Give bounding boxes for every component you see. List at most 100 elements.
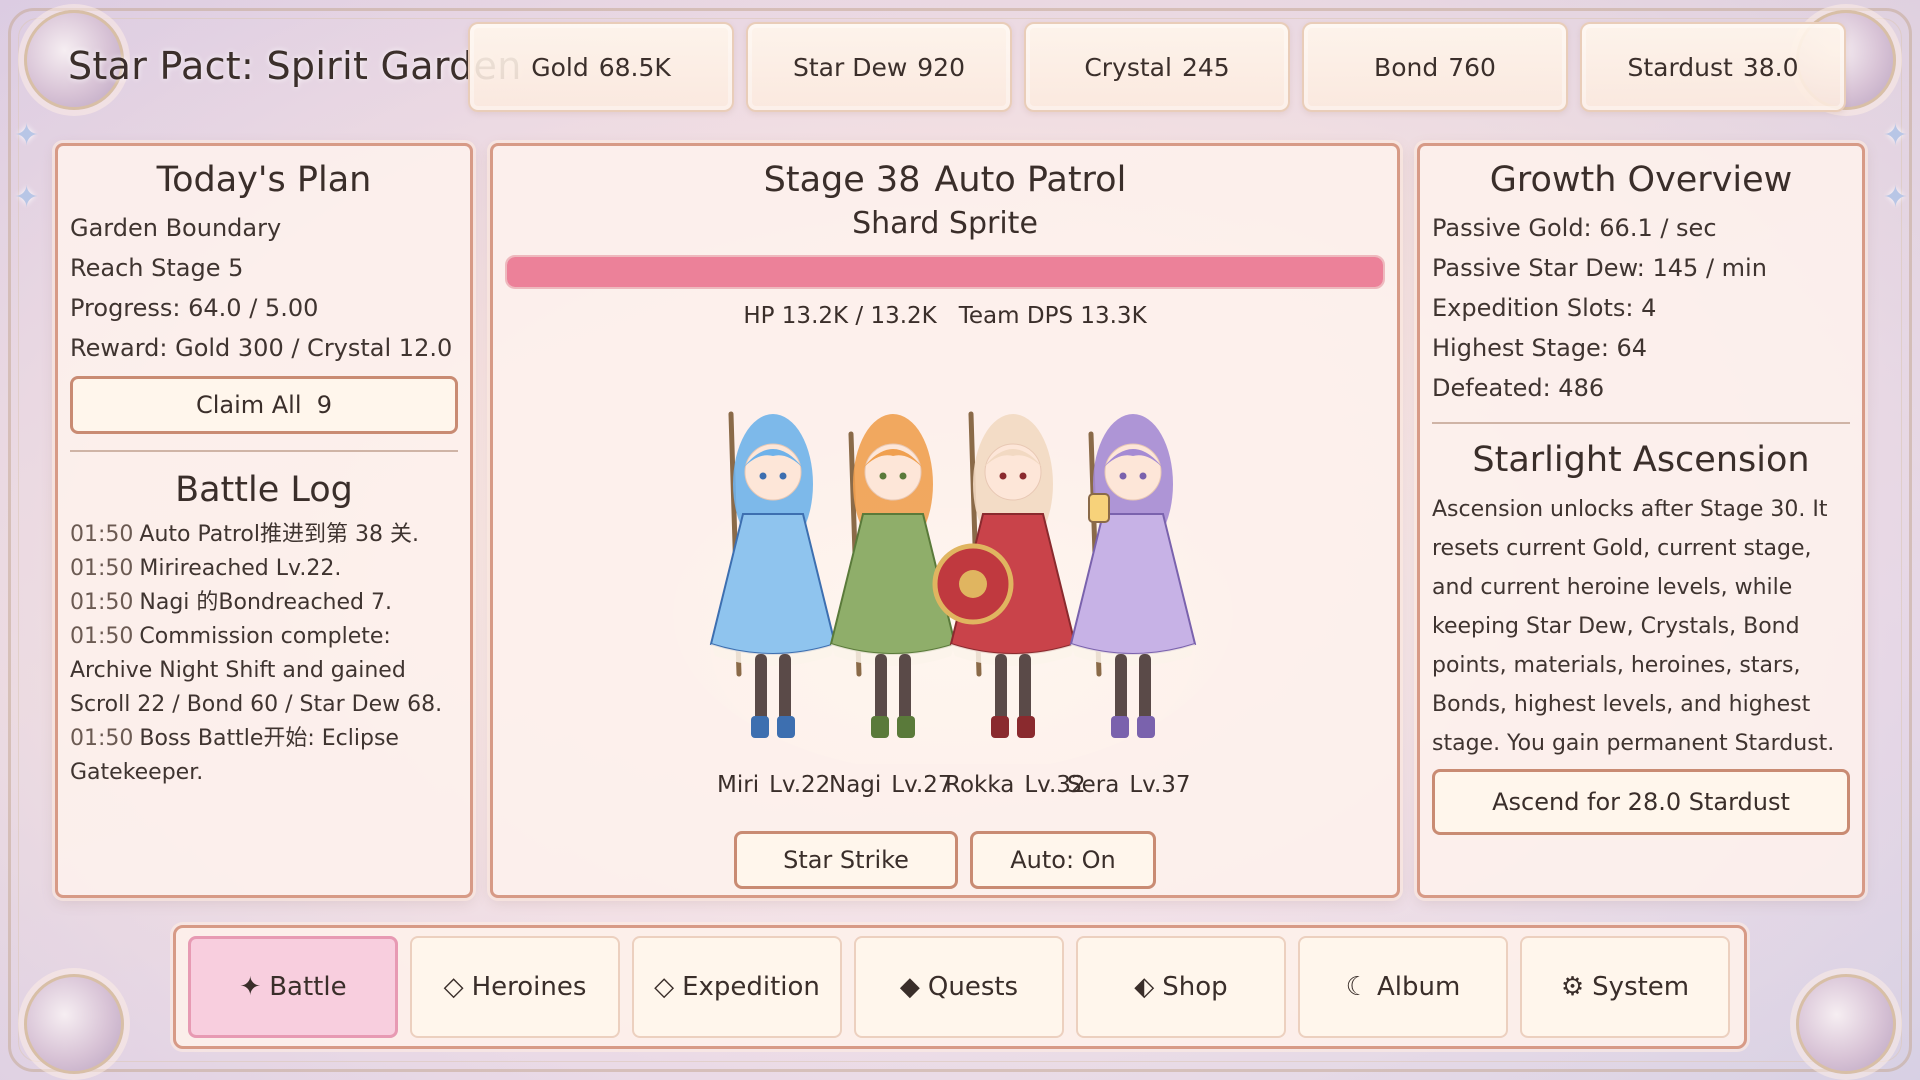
hero-label-rokka[interactable]: Rokka Lv.32 <box>945 772 1086 798</box>
hero-name: Rokka <box>945 772 1015 798</box>
tab-quests[interactable]: ◆ Quests <box>854 936 1064 1038</box>
tab-heroines[interactable]: ◇ Heroines <box>410 936 620 1038</box>
battle-panel: Stage 38 Auto Patrol Shard Sprite HP 13.2… <box>490 143 1400 898</box>
tab-expedition[interactable]: ◇ Expedition <box>632 936 842 1038</box>
hero-leg <box>1019 654 1031 724</box>
hero-eye <box>899 472 907 480</box>
battle-stats: HP 13.2K / 13.2K Team DPS 13.3K <box>493 303 1397 329</box>
tab-shop[interactable]: ⬖ Shop <box>1076 936 1286 1038</box>
hero-eye <box>999 472 1007 480</box>
moon-icon: ☾ <box>1345 972 1369 1002</box>
passive-gold: Passive Gold: 66.1 / sec <box>1432 214 1717 242</box>
resource-label: Bond <box>1374 52 1439 82</box>
log-time: 01:50 <box>70 726 134 751</box>
resource-label: Crystal <box>1084 52 1172 82</box>
shield-emblem <box>959 570 987 598</box>
star-icon: ✦ <box>239 972 262 1002</box>
tab-label: Quests <box>927 972 1019 1002</box>
log-entry: 01:50 Commission complete: Archive Night … <box>70 620 458 722</box>
hero-leg <box>1139 654 1151 724</box>
hero-boot <box>1017 716 1035 738</box>
hero-name: Nagi <box>829 772 882 798</box>
plan-goal: Reach Stage 5 <box>70 254 244 282</box>
hero-name-row: Miri Lv.22 Nagi Lv.27 Rokka Lv.32 Sera Lv.37 <box>493 772 1397 802</box>
log-entry: 01:50 Auto Patrol推进到第 38 关. <box>70 518 458 552</box>
hero-boot <box>897 716 915 738</box>
log-time: 01:50 <box>70 556 134 581</box>
growth-title: Growth Overview <box>1489 160 1793 200</box>
growth-panel: Growth Overview Passive Gold: 66.1 / sec… <box>1417 143 1865 898</box>
hero-label-sera[interactable]: Sera Lv.37 <box>1067 772 1191 798</box>
resource-value: 760 <box>1448 52 1496 82</box>
plan-area: Garden Boundary <box>70 214 282 242</box>
resource-gold: Gold 68.5K <box>468 22 734 112</box>
hero-level: Lv.22 <box>769 772 831 798</box>
log-entry: 01:50 Nagi 的Bondreached 7. <box>70 586 458 620</box>
hero-boot <box>871 716 889 738</box>
hero-label-nagi[interactable]: Nagi Lv.27 <box>829 772 953 798</box>
ascend-button[interactable]: Ascend for 28.0 Stardust <box>1432 769 1850 835</box>
hero-label-miri[interactable]: Miri Lv.22 <box>717 772 830 798</box>
tab-label: Album <box>1376 972 1461 1002</box>
enemy-hp-bar <box>505 255 1385 289</box>
enemy-name: Shard Sprite <box>852 206 1038 241</box>
log-time: 01:50 <box>70 522 134 547</box>
resource-bar: Gold 68.5K Star Dew 920 Crystal 245 Bond… <box>468 22 1846 112</box>
resource-value: 68.5K <box>598 52 671 82</box>
battle-log-list: 01:50 Auto Patrol推进到第 38 关. 01:50 Mirireac… <box>58 510 470 790</box>
team-dps-text: Team DPS 13.3K <box>958 303 1147 329</box>
resource-value: 920 <box>917 52 965 82</box>
expedition-slots: Expedition Slots: 4 <box>1432 294 1657 322</box>
tab-label: Shop <box>1162 972 1228 1002</box>
enemy-hp-fill <box>507 257 1383 287</box>
log-entry: 01:50 Mirireached Lv.22. <box>70 552 458 586</box>
log-time: 01:50 <box>70 624 134 649</box>
hero-eye <box>779 472 787 480</box>
plan-and-log-panel: Today's Plan Garden Boundary Reach Stage… <box>55 143 473 898</box>
growth-stats: Passive Gold: 66.1 / sec Passive Star De… <box>1420 200 1862 408</box>
hero-leg <box>1115 654 1127 724</box>
resource-label: Star Dew <box>792 52 908 82</box>
corner-ornament <box>24 974 124 1074</box>
log-text: Nagi 的Bondreached 7. <box>139 590 392 615</box>
hero-leg <box>899 654 911 724</box>
star-strike-button[interactable]: Star Strike <box>734 831 958 889</box>
battle-mode: Auto Patrol <box>934 160 1127 200</box>
tab-label: System <box>1592 972 1690 1002</box>
tab-battle[interactable]: ✦ Battle <box>188 936 398 1038</box>
battle-actions: Star Strike Auto: On <box>493 831 1397 889</box>
claim-count: 9 <box>316 391 333 419</box>
resource-value: 38.0 <box>1742 52 1799 82</box>
hero-level: Lv.27 <box>891 772 953 798</box>
log-text: Auto Patrol推进到第 38 关. <box>139 522 419 547</box>
bottom-nav: ✦ Battle ◇ Heroines ◇ Expedition ◆ Quests ⬖ S… <box>173 925 1747 1049</box>
divider <box>1432 422 1850 424</box>
hero-leg <box>755 654 767 724</box>
tab-label: Expedition <box>682 972 820 1002</box>
resource-stardust: Stardust 38.0 <box>1580 22 1846 112</box>
plan-details: Garden Boundary Reach Stage 5 Progress: … <box>58 200 470 368</box>
hero-boot <box>777 716 795 738</box>
plan-reward: Reward: Gold 300 / Crystal 12.0 <box>70 334 453 362</box>
plan-title: Today's Plan <box>156 160 372 200</box>
hero-leg <box>995 654 1007 724</box>
ascension-description: Ascension unlocks after Stage 30. It res… <box>1432 497 1835 756</box>
log-time: 01:50 <box>70 590 134 615</box>
corner-ornament <box>1796 974 1896 1074</box>
hero-eye <box>1019 472 1027 480</box>
hero-level: Lv.37 <box>1129 772 1191 798</box>
party-illustration <box>673 411 1233 764</box>
hero-eye <box>1119 472 1127 480</box>
lantern-icon <box>1088 493 1110 523</box>
auto-toggle-button[interactable]: Auto: On <box>970 831 1156 889</box>
hero-eye <box>879 472 887 480</box>
gear-icon: ⚙ <box>1560 972 1585 1002</box>
highest-stage: Highest Stage: 64 <box>1432 334 1648 362</box>
enemy-hp-text: HP 13.2K / 13.2K <box>743 303 937 329</box>
hero-leg <box>875 654 887 724</box>
resource-star-dew: Star Dew 920 <box>746 22 1012 112</box>
sparkle-icon: ✦ <box>1882 118 1908 153</box>
tab-system[interactable]: ⚙ System <box>1520 936 1730 1038</box>
claim-all-button[interactable]: Claim All 9 <box>70 376 458 434</box>
tab-album[interactable]: ☾ Album <box>1298 936 1508 1038</box>
